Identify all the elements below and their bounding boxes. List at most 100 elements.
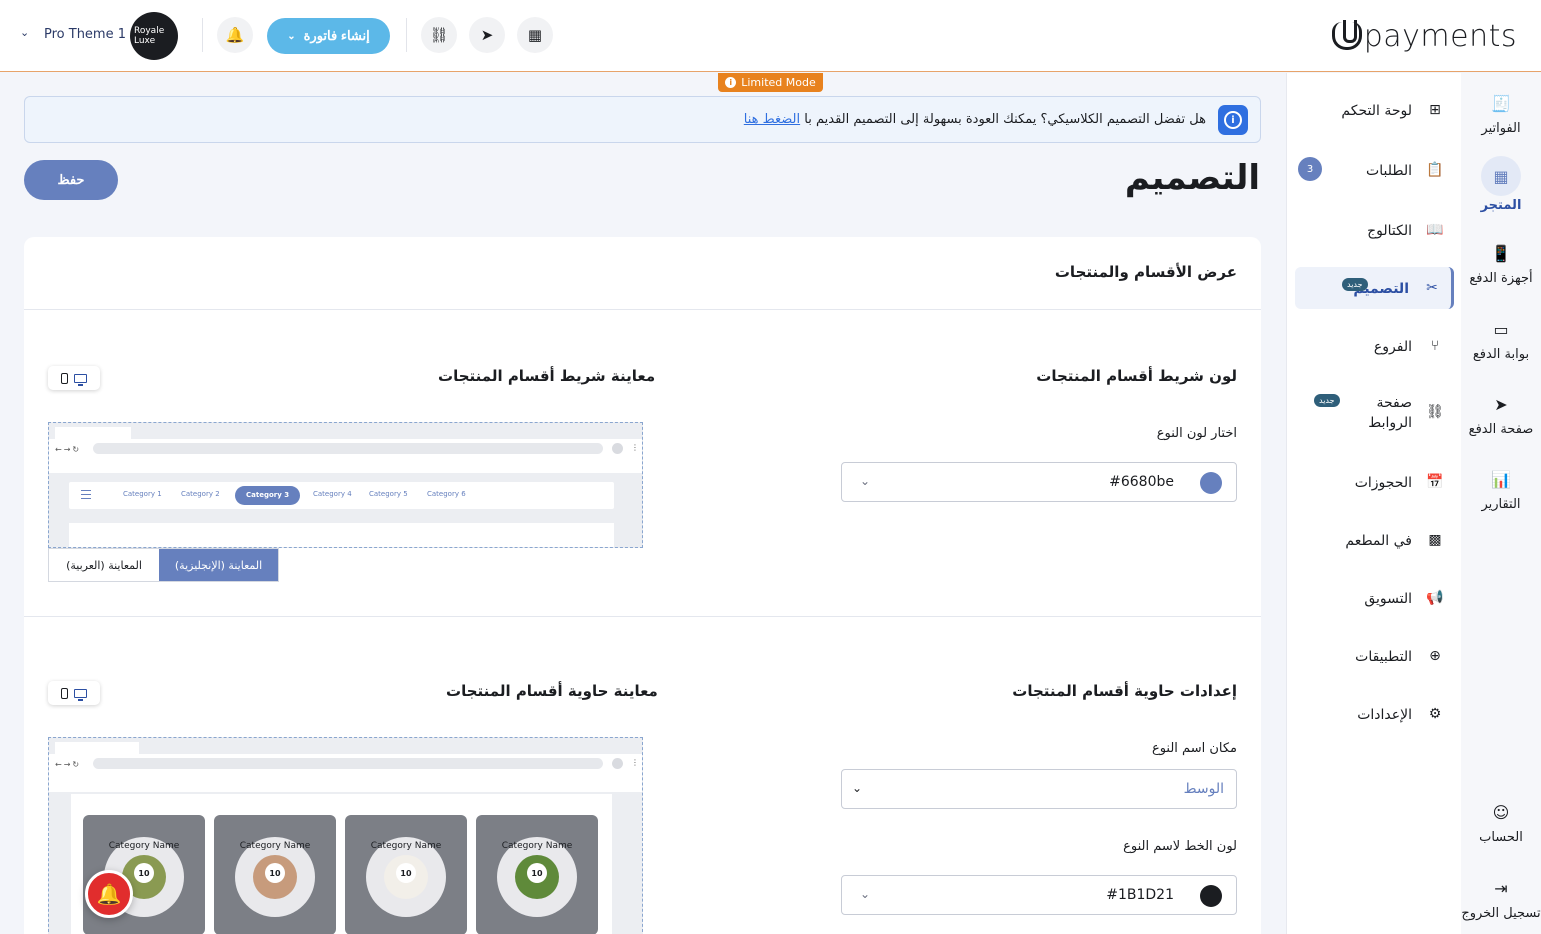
rail-item-label: التقارير bbox=[1481, 497, 1521, 512]
design-tools-icon: ✂ bbox=[1426, 280, 1438, 296]
category-card: Category Name 10 bbox=[345, 815, 467, 934]
create-invoice-button[interactable]: ⌄ إنشاء فاتورة bbox=[267, 18, 390, 54]
category-tab: Category 1 bbox=[123, 490, 162, 498]
category-tab: Category 5 bbox=[369, 490, 408, 498]
sidebar-item-reservations[interactable]: 📅 الحجوزات bbox=[1295, 461, 1454, 503]
browser-profile-icon bbox=[612, 758, 623, 769]
color-swatch bbox=[1200, 885, 1222, 907]
color-swatch bbox=[1200, 472, 1222, 494]
calendar-icon: 📅 bbox=[1426, 474, 1444, 490]
info-icon: i bbox=[725, 77, 737, 88]
device-toggle[interactable] bbox=[48, 366, 100, 390]
send-icon[interactable]: ➤ bbox=[469, 17, 505, 53]
header-divider bbox=[202, 18, 203, 52]
rail-item-reports[interactable]: 📊 التقارير bbox=[1461, 467, 1541, 513]
rail-item-logout[interactable]: ⇥ تسجيل الخروج bbox=[1461, 876, 1541, 922]
sidebar-item-marketing[interactable]: 📢 التسويق bbox=[1295, 577, 1454, 619]
logo[interactable]: payments bbox=[1331, 16, 1517, 56]
link-icon[interactable]: ⛓ bbox=[421, 17, 457, 53]
category-container-preview: ←→↻ ⋮ Category Name 10 Category Name 10 … bbox=[48, 737, 643, 934]
sidebar-item-catalog[interactable]: 📖 الكتالوج bbox=[1295, 209, 1454, 251]
switch-to-classic-link[interactable]: الضغط هنا bbox=[744, 112, 800, 127]
bell-icon[interactable]: 🔔 bbox=[217, 17, 253, 53]
account-icon: ☺ bbox=[1492, 802, 1510, 822]
create-invoice-label: إنشاء فاتورة bbox=[303, 28, 370, 43]
category-color-select[interactable]: ⌄ #6680be bbox=[841, 462, 1237, 502]
rail-item-pos-devices[interactable]: 📱 أجهزة الدفع bbox=[1461, 241, 1541, 287]
device-toggle[interactable] bbox=[48, 681, 100, 705]
rail-item-label: أجهزة الدفع bbox=[1469, 271, 1533, 286]
new-badge: جديد bbox=[1314, 394, 1340, 407]
sidebar-item-label: الفروع bbox=[1373, 339, 1412, 355]
link-icon: ⛓ bbox=[1426, 404, 1444, 420]
category-bar-preview: ←→↻ ⋮ Category 1 Category 2 Category 3 C… bbox=[48, 422, 643, 548]
desktop-icon[interactable] bbox=[74, 373, 87, 386]
clipboard-icon: 📋 bbox=[1426, 162, 1444, 178]
save-button[interactable]: حفظ bbox=[24, 160, 118, 200]
notification-bell-icon[interactable]: 🔔 bbox=[85, 870, 133, 918]
rail-item-account[interactable]: ☺ الحساب bbox=[1461, 800, 1541, 846]
orders-count-badge: 3 bbox=[1298, 157, 1322, 181]
branch-icon: ⑂ bbox=[1430, 338, 1440, 354]
limited-mode-label: Limited Mode bbox=[741, 76, 816, 89]
desktop-icon[interactable] bbox=[74, 688, 87, 701]
logo-mark-icon bbox=[1331, 20, 1362, 50]
category-container-preview-title: معاينة حاوية أقسام المنتجات bbox=[446, 682, 658, 700]
rail-item-label: تسجيل الخروج bbox=[1461, 906, 1541, 921]
category-bar-color-title: لون شريط أقسام المنتجات bbox=[1036, 367, 1237, 385]
header-divider bbox=[406, 18, 407, 52]
mobile-icon[interactable] bbox=[61, 687, 68, 699]
sidebar-item-settings[interactable]: ⚙ الإعدادات bbox=[1295, 693, 1454, 735]
sidebar-item-label: الحجوزات bbox=[1354, 475, 1412, 491]
sidebar-item-label: الطلبات bbox=[1366, 163, 1412, 179]
new-badge: جديد bbox=[1342, 278, 1368, 291]
sidebar-item-branches[interactable]: ⑂ الفروع bbox=[1295, 325, 1454, 367]
rail-item-invoices[interactable]: 🧾 الفواتير bbox=[1461, 91, 1541, 137]
browser-nav-icons: ←→↻ bbox=[55, 760, 82, 769]
send-icon: ➤ bbox=[1494, 394, 1508, 414]
store-icon: ▦ bbox=[1481, 156, 1521, 196]
rail-item-label: صفحة الدفع bbox=[1468, 422, 1534, 437]
sidebar-item-label: لوحة التحكم bbox=[1341, 103, 1412, 119]
font-color-label: لون الخط لاسم النوع bbox=[1123, 839, 1237, 854]
banner-message: هل تفضل التصميم الكلاسيكي؟ يمكنك العودة … bbox=[804, 112, 1206, 127]
chart-icon: 📊 bbox=[1491, 469, 1511, 489]
sidebar-item-label: في المطعم bbox=[1345, 533, 1412, 549]
chevron-down-icon[interactable]: ⌄ bbox=[20, 26, 29, 39]
rail-item-store[interactable]: ▦ المتجر bbox=[1461, 156, 1541, 213]
theme-name[interactable]: Pro Theme 1 bbox=[44, 27, 126, 42]
sidebar-item-dashboard[interactable]: ⊞ لوحة التحكم bbox=[1295, 89, 1454, 131]
avatar[interactable]: Royale Luxe bbox=[130, 12, 178, 60]
browser-nav-icons: ←→↻ bbox=[55, 445, 82, 454]
sidebar-item-label: صفحة الروابط bbox=[1368, 395, 1412, 431]
sidebar-item-design[interactable]: ✂ التصميم جديد bbox=[1295, 267, 1454, 309]
browser-url-bar bbox=[93, 443, 603, 454]
preview-english-tab[interactable]: المعاينة (الإنجليزية) bbox=[159, 549, 278, 581]
rail-item-payment-page[interactable]: ➤ صفحة الدفع bbox=[1461, 392, 1541, 438]
rail-item-label: الفواتير bbox=[1481, 121, 1521, 136]
scan-icon[interactable]: ▦ bbox=[517, 17, 553, 53]
sidebar-item-apps[interactable]: ⊕ التطبيقات bbox=[1295, 635, 1454, 677]
browser-profile-icon bbox=[612, 443, 623, 454]
category-card: Category Name 10 bbox=[476, 815, 598, 934]
card-header: عرض الأقسام والمنتجات bbox=[24, 237, 1261, 310]
category-color-label: اختار لون النوع bbox=[1156, 426, 1237, 441]
font-color-select[interactable]: ⌄ #1B1D21 bbox=[841, 875, 1237, 915]
page-title: التصميم bbox=[1124, 158, 1260, 198]
chevron-down-icon: ⌄ bbox=[860, 474, 871, 488]
menu-icon bbox=[81, 490, 91, 499]
preview-arabic-tab[interactable]: المعاينة (العربية) bbox=[49, 549, 159, 581]
sidebar-item-in-restaurant[interactable]: ▩ في المطعم bbox=[1295, 519, 1454, 561]
sidebar-item-label: التطبيقات bbox=[1355, 649, 1412, 665]
sidebar-item-links-page[interactable]: ⛓ صفحة الروابط جديد bbox=[1295, 383, 1454, 443]
category-card-count: 10 bbox=[134, 863, 154, 883]
card-title: عرض الأقسام والمنتجات bbox=[1054, 263, 1237, 281]
rail-item-payment-gateway[interactable]: ▭ بوابة الدفع bbox=[1461, 317, 1541, 363]
banner-text: هل تفضل التصميم الكلاسيكي؟ يمكنك العودة … bbox=[744, 112, 1206, 127]
mobile-icon[interactable] bbox=[61, 372, 68, 384]
section-divider bbox=[24, 616, 1261, 617]
name-position-select[interactable]: ⌄ الوسط bbox=[841, 769, 1237, 809]
gateway-icon: ▭ bbox=[1493, 319, 1509, 339]
category-color-value: #6680be bbox=[1109, 474, 1174, 490]
classic-design-banner: i هل تفضل التصميم الكلاسيكي؟ يمكنك العود… bbox=[24, 96, 1261, 143]
